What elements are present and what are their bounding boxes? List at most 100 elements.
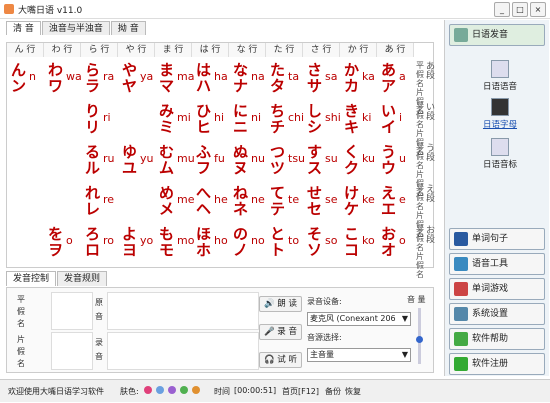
kana-cell[interactable]: せセ se (305, 184, 338, 218)
kana-cell[interactable]: おオo (379, 225, 412, 259)
maximize-button[interactable]: □ (512, 2, 528, 17)
tab-youon[interactable]: 拗 音 (110, 21, 146, 35)
device-select[interactable]: 麦克风 (Conexant 206 ▼ (307, 312, 411, 326)
title-bar: 大嘴日语 v11.0 _ □ × (0, 0, 550, 19)
register-icon (454, 357, 468, 371)
kana-cell[interactable]: きキ ki (342, 102, 375, 136)
skin-color-dot[interactable] (192, 386, 200, 394)
kana-cell[interactable]: のノ no (231, 225, 265, 259)
kana-cell[interactable]: かカ ka (342, 61, 375, 95)
skin-color-dot[interactable] (156, 386, 164, 394)
kana-cell[interactable]: めメ me (157, 184, 194, 218)
book-icon (454, 232, 468, 246)
kana-cell[interactable]: ねネ ne (231, 184, 265, 218)
kana-cell[interactable]: んンn (9, 61, 42, 95)
katakana: ミ (159, 118, 174, 136)
tab-dakuon[interactable]: 浊音与半浊音 (41, 21, 110, 35)
kana-cell[interactable]: ほホ ho (194, 225, 228, 259)
kana-cell[interactable]: ちチ chi (268, 102, 304, 136)
kana-cell[interactable]: つツ tsu (268, 143, 305, 177)
kana-grid: ん 行わ 行ら 行や 行ま 行は 行な 行た 行さ 行か 行あ 行んン n わワ wa… (6, 42, 435, 279)
kana-cell[interactable]: しシ shi (305, 102, 341, 136)
katakana: コ (344, 241, 359, 259)
read-aloud-button[interactable]: 🔊 朗 读 (259, 296, 302, 312)
kana-cell[interactable]: くク ku (342, 143, 375, 177)
skin-color-dot[interactable] (168, 386, 176, 394)
kana-cell[interactable]: もモ mo (157, 225, 194, 259)
kana-cell[interactable]: えエe (379, 184, 412, 218)
nav-japanese-kana[interactable]: 日语字母 (475, 98, 525, 130)
kana-cell[interactable]: ゆユ yu (120, 143, 153, 177)
sidebar-settings[interactable]: 系统设置 (449, 303, 545, 325)
kana-cell[interactable]: すス su (305, 143, 338, 177)
volume-slider-thumb[interactable] (416, 336, 423, 343)
romaji: tsu (288, 152, 306, 165)
backup-link[interactable]: 备份 (325, 386, 341, 397)
kana-cell[interactable]: にニ ni (231, 102, 264, 136)
kana-cell[interactable]: らラ ra (83, 61, 116, 95)
sidebar-word-sentence[interactable]: 单词句子 (449, 228, 545, 250)
source-select[interactable]: 主音量 ▼ (307, 348, 411, 362)
kana-cell[interactable]: たタ ta (268, 61, 301, 95)
kana-cell[interactable]: りリ ri (83, 102, 116, 136)
sidebar-register[interactable]: 软件注册 (449, 353, 545, 375)
kana-cell[interactable]: やヤ ya (120, 61, 153, 95)
romaji: ni (251, 111, 262, 124)
kana-cell[interactable]: けケ ke (342, 184, 375, 218)
skin-color-dot[interactable] (180, 386, 188, 394)
katakana: ツ (270, 159, 285, 177)
sidebar-japanese-pronunciation[interactable]: 日语发音 (449, 24, 545, 46)
hiragana: し (307, 102, 322, 120)
close-button[interactable]: × (530, 2, 546, 17)
kana-cell[interactable]: てテ te (268, 184, 301, 218)
kana-cell[interactable]: わワ wa (46, 61, 82, 95)
column-header: ま 行 (155, 43, 192, 57)
kana-cell[interactable]: うウu (379, 143, 412, 177)
kana-cell[interactable]: みミ mi (157, 102, 191, 136)
sidebar-voice-tools[interactable]: 语音工具 (449, 253, 545, 275)
katakana: ク (344, 159, 359, 177)
katakana: レ (85, 200, 100, 218)
kana-cell[interactable]: さサ sa (305, 61, 338, 95)
kana-cell[interactable]: とト to (268, 225, 301, 259)
minimize-button[interactable]: _ (494, 2, 510, 17)
record-button[interactable]: 🎤 录 音 (259, 324, 302, 340)
nav-japanese-phonetics[interactable]: 日语音标 (475, 138, 525, 170)
kana-cell[interactable]: まマ ma (157, 61, 194, 95)
kana-cell[interactable]: なナ na (231, 61, 265, 95)
home-link[interactable]: 首页[F12] (282, 386, 319, 397)
kana-cell[interactable]: そソ so (305, 225, 338, 259)
kana-cell[interactable]: ぬヌ nu (231, 143, 265, 177)
sidebar-word-game[interactable]: 单词游戏 (449, 278, 545, 300)
kana-cell[interactable]: いイi (379, 102, 412, 136)
kana-cell[interactable]: あアa (379, 61, 412, 95)
skin-color-dot[interactable] (144, 386, 152, 394)
romaji: yo (140, 234, 154, 247)
kana-cell[interactable]: ひヒ hi (194, 102, 227, 136)
hiragana: ま (159, 61, 174, 79)
playback-button[interactable]: 🎧 试 听 (259, 352, 302, 368)
kana-cell[interactable]: をヲo (46, 225, 79, 259)
katakana: テ (270, 200, 285, 218)
tab-seion[interactable]: 清 音 (6, 21, 41, 35)
katakana: チ (270, 118, 285, 136)
kana-cell[interactable]: ろロ ro (83, 225, 116, 259)
kana-cell[interactable]: れレ re (83, 184, 116, 218)
romaji: ya (140, 70, 154, 83)
kana-cell[interactable]: はハ ha (194, 61, 228, 95)
kana-cell[interactable]: よヨ yo (120, 225, 153, 259)
kana-cell[interactable]: むム mu (157, 143, 195, 177)
kana-cell[interactable]: ふフ fu (194, 143, 227, 177)
tab-pronunciation-control[interactable]: 发音控制 (6, 271, 57, 286)
kana-cell[interactable]: こコ ko (342, 225, 375, 259)
restore-link[interactable]: 恢复 (345, 386, 361, 397)
nav-japanese-speech[interactable]: 日语语音 (475, 60, 525, 92)
hiragana: す (307, 143, 322, 161)
source-label: 音源选择: (307, 333, 342, 342)
hiragana: に (233, 102, 248, 120)
sidebar-help[interactable]: 软件帮助 (449, 328, 545, 350)
kana-cell[interactable]: へヘ he (194, 184, 228, 218)
kana-cell[interactable]: るル ru (83, 143, 116, 177)
katakana: セ (307, 200, 322, 218)
tab-pronunciation-rules[interactable]: 发音规则 (57, 271, 108, 286)
